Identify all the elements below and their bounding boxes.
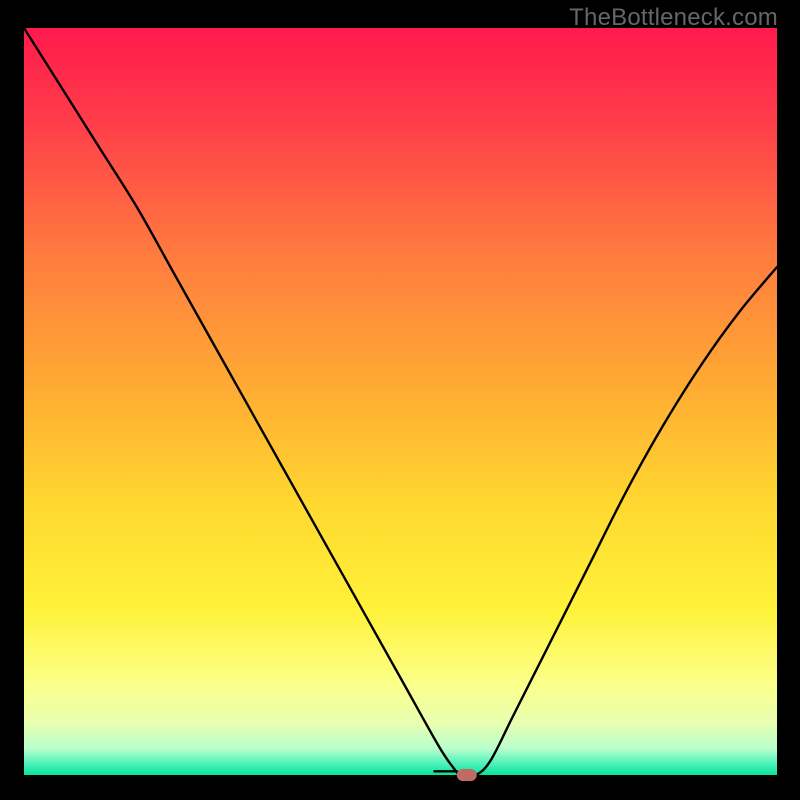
watermark-text: TheBottleneck.com — [569, 4, 778, 32]
chart-frame: { "watermark": "TheBottleneck.com", "cha… — [0, 0, 800, 800]
optimal-marker — [457, 769, 477, 781]
bottleneck-chart — [0, 0, 800, 800]
plot-background — [24, 28, 777, 775]
